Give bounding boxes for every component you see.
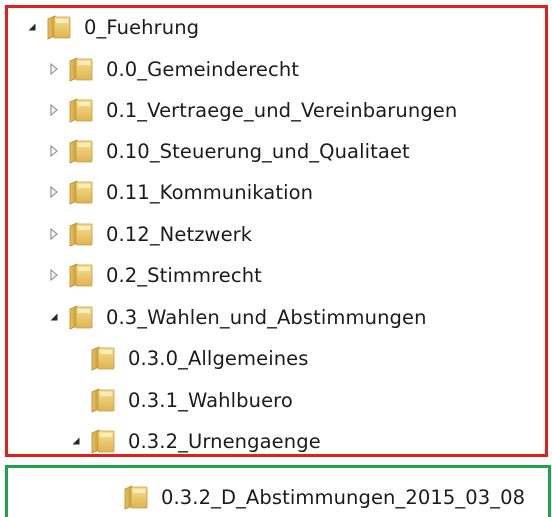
tree-item[interactable]: 0.3.0_Allgemeines: [67, 338, 309, 378]
tree-item-label: 0.2_Stimmrecht: [106, 263, 262, 287]
folder-icon: [67, 138, 94, 164]
tree-item[interactable]: 0.3.2_Urnengaenge: [67, 421, 321, 461]
tree-item-label: 0.3.2_Urnengaenge: [128, 429, 321, 453]
expanded-arrow-icon[interactable]: [23, 18, 41, 36]
collapsed-arrow-icon[interactable]: [45, 225, 63, 243]
folder-icon: [67, 179, 94, 205]
tree-item-label: 0.3_Wahlen_und_Abstimmungen: [106, 305, 427, 329]
tree-item-label: 0.3.2_D_Abstimmungen_2015_03_08: [161, 485, 526, 509]
tree-item[interactable]: 0.3_Wahlen_und_Abstimmungen: [45, 297, 427, 337]
folder-icon: [67, 304, 94, 330]
expanded-arrow-icon[interactable]: [45, 308, 63, 326]
tree-item-label: 0.1_Vertraege_und_Vereinbarungen: [106, 98, 458, 122]
tree-item[interactable]: 0.1_Vertraege_und_Vereinbarungen: [45, 90, 457, 130]
collapsed-arrow-icon[interactable]: [45, 142, 63, 160]
folder-icon: [67, 97, 94, 123]
folder-tree: 0_Fuehrung 0.0_Gemeinderecht 0.1_Vertraege…: [0, 0, 552, 515]
tree-item-label: 0.3.1_Wahlbuero: [128, 388, 293, 412]
tree-item-label: 0_Fuehrung: [84, 15, 200, 39]
folder-icon: [89, 387, 116, 413]
tree-item[interactable]: 0.2_Stimmrecht: [45, 255, 262, 295]
folder-icon: [89, 345, 116, 371]
tree-item[interactable]: 0.3.2_D_Abstimmungen_2015_03_08: [100, 477, 525, 517]
folder-icon: [67, 56, 94, 82]
tree-item-label: 0.12_Netzwerk: [106, 222, 253, 246]
tree-item[interactable]: 0.0_Gemeinderecht: [45, 49, 299, 89]
tree-item[interactable]: 0.12_Netzwerk: [45, 214, 252, 254]
tree-item-label: 0.10_Steuerung_und_Qualitaet: [106, 139, 410, 163]
collapsed-arrow-icon[interactable]: [45, 101, 63, 119]
folder-icon: [67, 221, 94, 247]
folder-icon: [122, 484, 149, 510]
tree-item[interactable]: 0.10_Steuerung_und_Qualitaet: [45, 131, 410, 171]
tree-item[interactable]: 0.11_Kommunikation: [45, 172, 313, 212]
tree-item[interactable]: 0.3.1_Wahlbuero: [67, 380, 293, 420]
tree-item-label: 0.3.0_Allgemeines: [128, 346, 309, 370]
tree-item[interactable]: 0_Fuehrung: [23, 7, 199, 47]
tree-item-label: 0.0_Gemeinderecht: [106, 57, 300, 81]
expanded-arrow-icon[interactable]: [67, 432, 85, 450]
tree-item-label: 0.11_Kommunikation: [106, 180, 314, 204]
collapsed-arrow-icon[interactable]: [45, 60, 63, 78]
folder-icon: [45, 14, 72, 40]
collapsed-arrow-icon[interactable]: [45, 183, 63, 201]
folder-icon: [67, 262, 94, 288]
folder-icon: [89, 428, 116, 454]
collapsed-arrow-icon[interactable]: [45, 266, 63, 284]
